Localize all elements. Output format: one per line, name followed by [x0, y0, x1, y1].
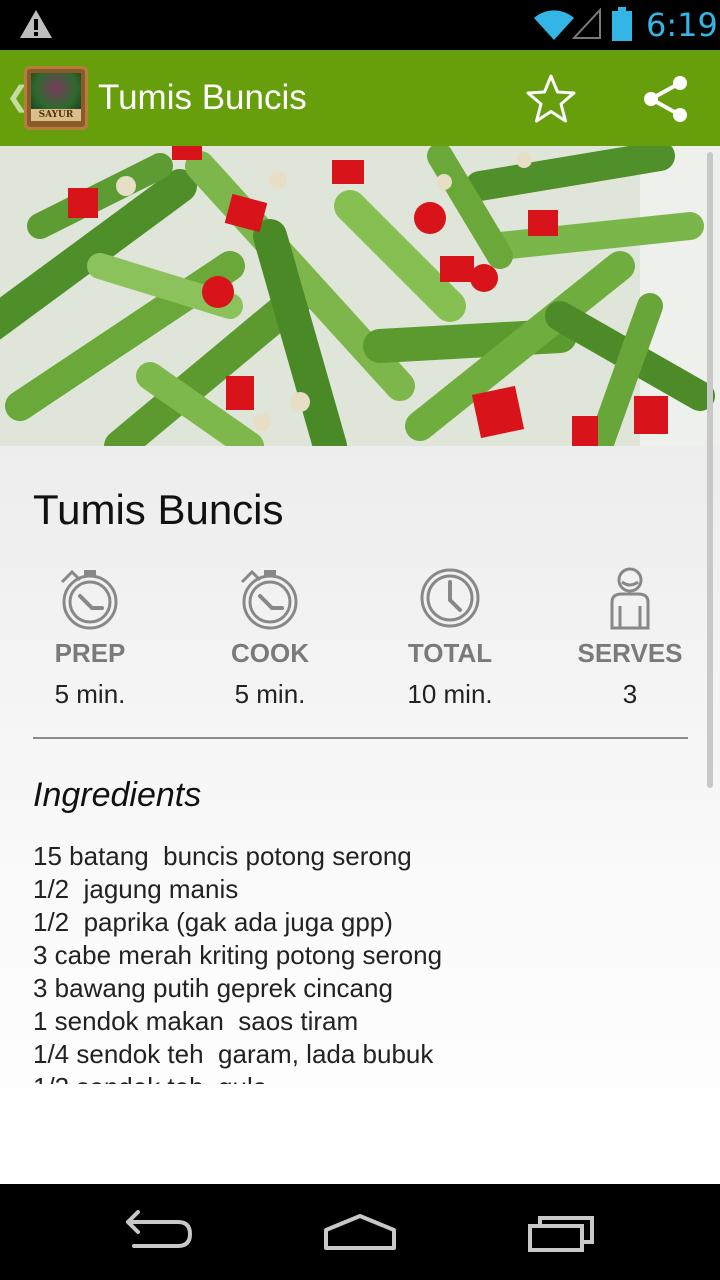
clock-time: 6:19 — [646, 6, 718, 44]
stat-label: SERVES — [577, 638, 683, 668]
stopwatch-icon — [60, 569, 118, 630]
back-icon[interactable] — [120, 1208, 200, 1256]
share-icon[interactable] — [640, 74, 690, 124]
stat-total: TOTAL 10 min. — [360, 566, 540, 710]
list-item: 1/2 sendok teh gula — [33, 1071, 693, 1084]
clock-icon — [420, 568, 480, 628]
recipe-details: Tumis Buncis PREP 5 min. COOK 5 min. TOT… — [0, 446, 720, 1184]
stat-label: TOTAL — [407, 638, 493, 668]
warning-icon — [20, 10, 52, 38]
stat-serves: SERVES 3 — [540, 566, 720, 710]
list-item: 1/2 jagung manis — [33, 874, 239, 904]
divider — [33, 737, 688, 739]
stat-value: 5 min. — [54, 679, 126, 709]
stat-label: COOK — [231, 638, 309, 668]
signal-icon — [572, 8, 601, 39]
list-item: 3 cabe merah kriting potong serong — [33, 940, 443, 970]
ingredients-heading: Ingredients — [33, 776, 202, 814]
app-icon[interactable]: SAYUR — [24, 66, 88, 130]
ingredients-list: 15 batang buncis potong serong 1/2 jagun… — [33, 840, 693, 1084]
wifi-icon — [534, 10, 574, 40]
app-icon-label: SAYUR — [31, 109, 81, 121]
action-bar-title: Tumis Buncis — [98, 78, 307, 117]
recipe-title: Tumis Buncis — [33, 486, 284, 533]
home-icon[interactable] — [320, 1208, 400, 1256]
green-beans-photo — [0, 146, 720, 446]
app-icon-image — [31, 73, 81, 111]
stopwatch-icon — [240, 569, 298, 630]
recipe-photo — [0, 146, 720, 446]
battery-icon — [612, 7, 632, 41]
list-item: 1/2 paprika (gak ada juga gpp) — [33, 907, 393, 937]
list-item: 3 bawang putih geprek cincang — [33, 973, 393, 1003]
status-bar: 6:19 — [0, 0, 720, 50]
stat-value: 5 min. — [234, 679, 306, 709]
list-item: 1/4 sendok teh garam, lada bubuk — [33, 1039, 434, 1069]
action-bar: ❮ SAYUR Tumis Buncis — [0, 50, 720, 146]
list-item: 15 batang buncis potong serong — [33, 841, 412, 871]
stat-value: 10 min. — [407, 679, 493, 709]
star-icon[interactable] — [524, 72, 578, 126]
stat-cook: COOK 5 min. — [180, 566, 360, 710]
stat-prep: PREP 5 min. — [0, 566, 180, 710]
stat-value: 3 — [622, 679, 638, 709]
list-item: 1 sendok makan saos tiram — [33, 1006, 359, 1036]
stat-label: PREP — [54, 638, 126, 668]
navigation-bar — [0, 1184, 720, 1280]
scrollbar[interactable] — [707, 152, 713, 788]
person-icon — [610, 567, 650, 630]
recent-apps-icon[interactable] — [520, 1208, 600, 1256]
